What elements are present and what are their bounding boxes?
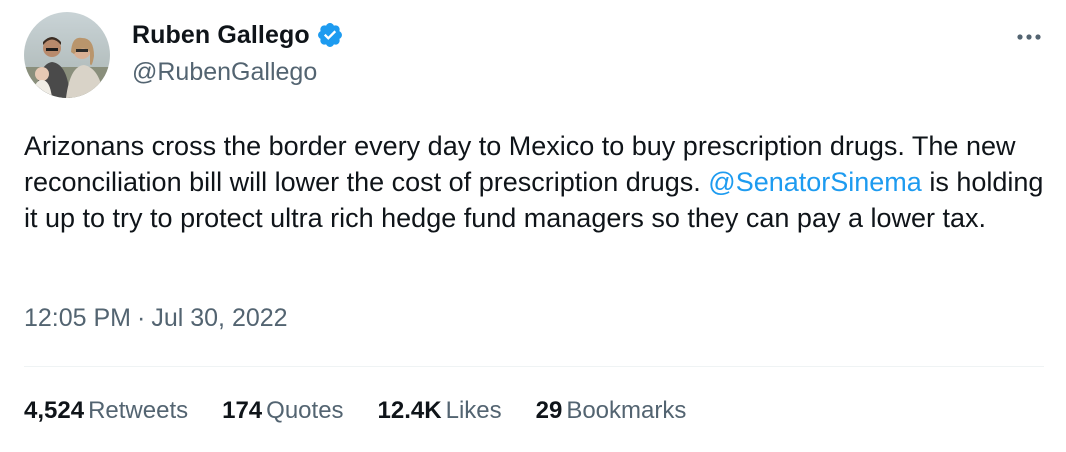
mention-link[interactable]: @SenatorSinema xyxy=(708,167,922,197)
retweets-stat[interactable]: 4,524 Retweets xyxy=(24,397,188,425)
avatar[interactable] xyxy=(24,12,110,98)
engagement-stats: 4,524 Retweets 174 Quotes 12.4K Likes 29 Boo… xyxy=(24,397,720,425)
tweet-time[interactable]: 12:05 PM xyxy=(24,304,131,333)
bookmarks-count: 29 xyxy=(535,397,563,424)
separator-dot: · xyxy=(137,304,146,332)
display-name[interactable]: Ruben Gallego xyxy=(132,21,310,50)
retweets-label: Retweets xyxy=(88,397,189,424)
likes-count: 12.4K xyxy=(377,397,442,424)
more-options-icon[interactable] xyxy=(1012,22,1046,52)
profile-photo-icon xyxy=(24,12,110,98)
bookmarks-stat[interactable]: 29 Bookmarks xyxy=(536,397,687,425)
verified-badge-icon[interactable] xyxy=(316,21,344,49)
tweet-card: Ruben Gallego @RubenGallego Arizonans cr… xyxy=(0,0,1066,452)
likes-label: Likes xyxy=(445,397,502,424)
tweet-date[interactable]: Jul 30, 2022 xyxy=(151,304,287,333)
likes-stat[interactable]: 12.4K Likes xyxy=(378,397,502,425)
quotes-label: Quotes xyxy=(266,397,344,424)
user-handle[interactable]: @RubenGallego xyxy=(132,58,317,87)
quotes-count: 174 xyxy=(222,397,263,424)
bookmarks-label: Bookmarks xyxy=(566,397,687,424)
author-name-row: Ruben Gallego xyxy=(132,18,344,52)
timestamp: 12:05 PM · Jul 30, 2022 xyxy=(24,304,288,333)
tweet-text: Arizonans cross the border every day to … xyxy=(24,128,1044,236)
quotes-stat[interactable]: 174 Quotes xyxy=(222,397,343,425)
divider xyxy=(24,366,1044,367)
retweets-count: 4,524 xyxy=(24,397,85,424)
